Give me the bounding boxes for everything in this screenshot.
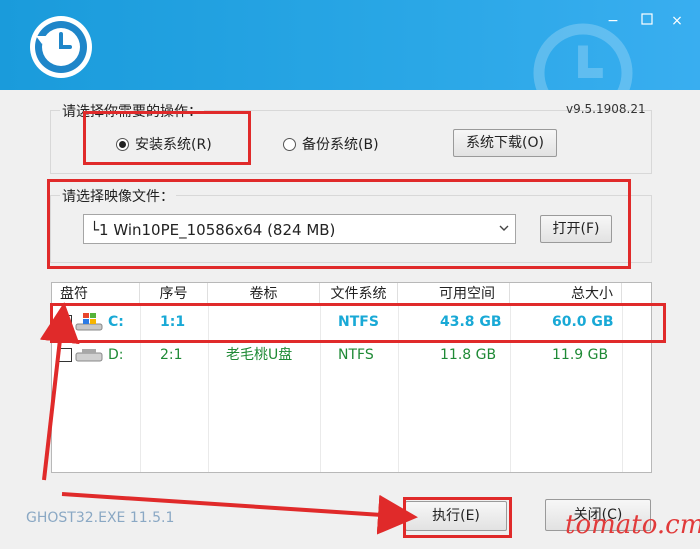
system-download-button[interactable]: 系统下载(O) (453, 129, 557, 157)
total-size: 60.0 GB (552, 314, 614, 330)
partition-table: 盘符 序号 卷标 文件系统 可用空间 总大小 C: 1:1 NTFS 43.8 … (51, 282, 652, 473)
column-header-total-size: 总大小 (510, 283, 622, 305)
partition-index: 1:1 (160, 314, 186, 330)
restore-icon (641, 13, 653, 25)
column-header-label: 卷标 (208, 283, 320, 305)
operation-label: 请选择你需要的操作： (60, 101, 204, 121)
table-row[interactable]: C: 1:1 NTFS 43.8 GB 60.0 GB (52, 307, 651, 337)
backup-system-label: 备份系统(B) (302, 137, 379, 153)
open-file-button[interactable]: 打开(F) (540, 215, 612, 243)
restore-clock-logo-icon (30, 16, 92, 78)
table-header: 盘符 序号 卷标 文件系统 可用空间 总大小 (52, 283, 651, 305)
drive-letter: C: (108, 314, 124, 330)
image-file-select[interactable]: └1 Win10PE_10586x64 (824 MB) (83, 214, 516, 244)
partition-index: 2:1 (160, 347, 183, 363)
column-header-index: 序号 (140, 283, 208, 305)
radio-selected-icon (116, 137, 129, 151)
radio-unselected-icon (283, 137, 296, 151)
total-size: 11.9 GB (552, 347, 609, 363)
backup-system-radio[interactable]: 备份系统(B) (283, 134, 379, 154)
usb-drive-icon (75, 349, 103, 362)
main-content: 请选择你需要的操作： v9.5.1908.21 安装系统(R) 备份系统(B) … (0, 90, 700, 549)
column-header-drive: 盘符 (52, 283, 140, 305)
minimize-button[interactable]: − (602, 10, 624, 32)
column-header-free-space: 可用空间 (398, 283, 510, 305)
restore-button[interactable] (636, 10, 658, 32)
free-space: 43.8 GB (440, 314, 502, 330)
checkmark-icon (60, 317, 70, 327)
windows-drive-icon (75, 313, 103, 331)
image-file-value: └1 Win10PE_10586x64 (824 MB) (90, 221, 336, 239)
close-window-button[interactable]: × (666, 10, 688, 32)
free-space: 11.8 GB (440, 347, 497, 363)
chevron-down-icon (499, 225, 509, 231)
image-file-label: 请选择映像文件： (60, 186, 176, 206)
table-row[interactable]: D: 2:1 老毛桃U盘 NTFS 11.8 GB 11.9 GB (52, 340, 651, 370)
execute-button[interactable]: 执行(E) (405, 501, 507, 531)
drive-letter: D: (108, 347, 124, 363)
drive-c-checkbox[interactable] (58, 315, 72, 329)
drive-d-checkbox[interactable] (58, 348, 72, 362)
file-system: NTFS (338, 347, 374, 363)
ghost-version-text: GHOST32.EXE 11.5.1 (26, 510, 175, 526)
watermark-text: tomato.cm (565, 510, 700, 540)
title-bar: − × (0, 0, 700, 123)
install-system-label: 安装系统(R) (135, 137, 212, 153)
file-system: NTFS (338, 314, 379, 330)
version-text: v9.5.1908.21 (566, 102, 646, 116)
volume-label: 老毛桃U盘 (226, 347, 293, 363)
column-header-filesystem: 文件系统 (320, 283, 398, 305)
install-system-radio[interactable]: 安装系统(R) (116, 134, 212, 154)
